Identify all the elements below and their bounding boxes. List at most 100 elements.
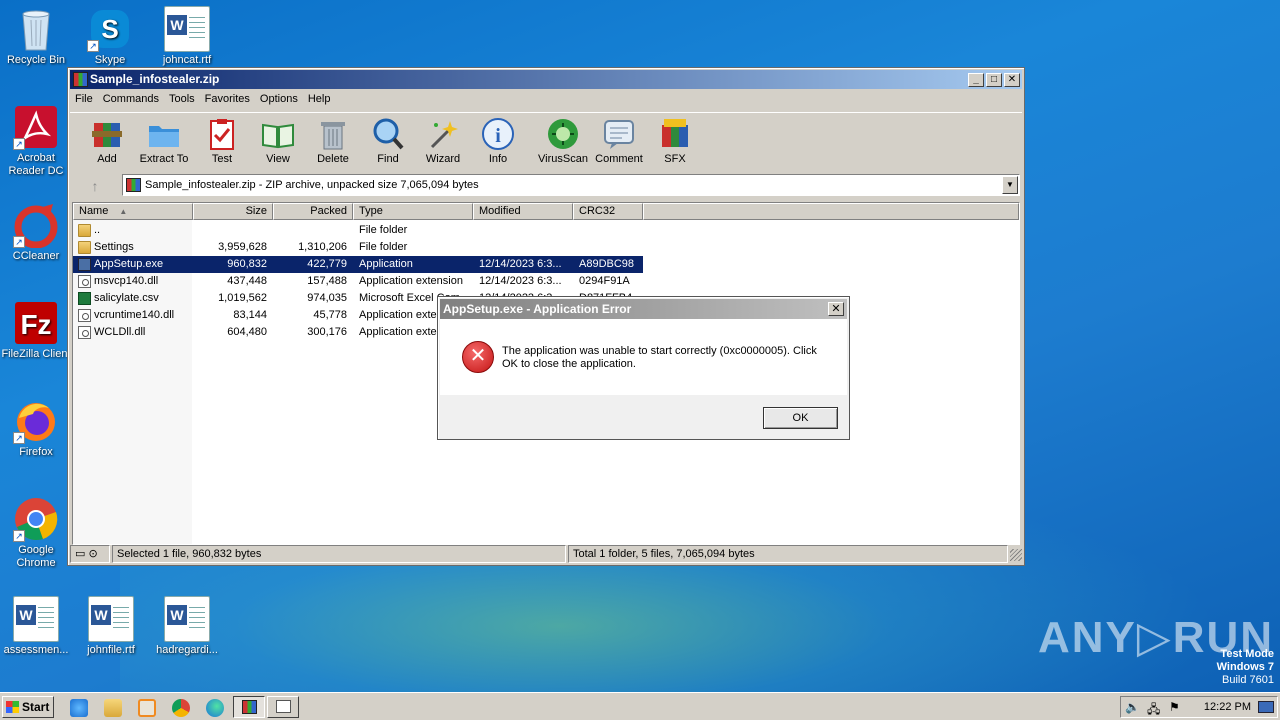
media-player-icon[interactable] — [138, 699, 156, 717]
action-center-flag-icon[interactable]: ⚑ — [1169, 700, 1180, 714]
desktop-icon-johncat[interactable]: johncat.rtf — [152, 6, 222, 67]
column-header-size[interactable]: Size — [193, 203, 273, 220]
shortcut-arrow-icon: ↗ — [13, 530, 25, 542]
toolbar-virusscan-button[interactable]: VirusScan — [534, 117, 592, 165]
wand-icon — [426, 117, 460, 151]
cell-name: Settings — [94, 241, 134, 253]
cell-size: 604,480 — [227, 326, 267, 338]
toolbar-extract-button[interactable]: Extract To — [135, 117, 193, 165]
desktop-icon-ccleaner[interactable]: ↗ CCleaner — [1, 202, 71, 263]
column-header-label: Type — [359, 205, 383, 217]
toolbar-find-button[interactable]: Find — [359, 117, 417, 165]
cell-type: Application — [359, 258, 413, 270]
column-header-modified[interactable]: Modified — [473, 203, 573, 220]
network-icon[interactable]: 🖧 — [1147, 700, 1160, 720]
explorer-folder-icon[interactable] — [104, 699, 122, 717]
desktop-icon-johnfile[interactable]: johnfile.rtf — [76, 596, 146, 657]
filezilla-icon: Fz — [13, 300, 59, 346]
cell-crc: 0294F91A — [579, 275, 630, 287]
toolbar-info-button[interactable]: i Info — [469, 117, 527, 165]
menu-tools[interactable]: Tools — [164, 90, 200, 109]
desktop-icon-filezilla[interactable]: Fz FileZilla Client — [1, 300, 71, 361]
comment-icon — [602, 117, 636, 151]
cell-packed: 1,310,206 — [298, 241, 347, 253]
resize-grip-icon[interactable] — [1010, 549, 1022, 561]
cell-packed: 422,779 — [307, 258, 347, 270]
toolbar-wizard-button[interactable]: Wizard — [414, 117, 472, 165]
menu-file[interactable]: File — [70, 90, 98, 109]
menu-options[interactable]: Options — [255, 90, 303, 109]
file-row[interactable]: .. File folder — [73, 222, 643, 239]
column-header-crc32[interactable]: CRC32 — [573, 203, 643, 220]
file-row[interactable]: msvcp140.dll 437,448 157,488 Application ex… — [73, 273, 643, 290]
svg-text:Fz: Fz — [20, 309, 51, 340]
start-button[interactable]: Start — [2, 696, 54, 718]
watermark-line: Test Mode — [1220, 648, 1274, 660]
toolbar-label: SFX — [664, 153, 686, 165]
desktop-icon-recycle-bin[interactable]: Recycle Bin — [1, 6, 71, 67]
status-bar: ▭ ⊙ Selected 1 file, 960,832 bytes Total… — [70, 545, 1022, 563]
volume-icon[interactable]: 🔈 — [1125, 700, 1140, 714]
exe-icon — [78, 258, 91, 271]
chevron-down-icon[interactable]: ▼ — [1002, 176, 1018, 194]
taskbar-winrar-button[interactable] — [233, 696, 265, 718]
info-icon: i — [481, 117, 515, 151]
taskbar: Start 🔈 🖧 ⚑ 12:22 PM — [0, 692, 1280, 720]
internet-explorer-icon[interactable] — [70, 699, 88, 717]
ok-button[interactable]: OK — [763, 407, 838, 429]
desktop-icon-acrobat[interactable]: ↗ Acrobat Reader DC — [1, 104, 71, 178]
toolbar-sfx-button[interactable]: SFX — [646, 117, 704, 165]
toolbar-label: Test — [211, 153, 233, 165]
toolbar-view-button[interactable]: View — [249, 117, 307, 165]
dialog-titlebar[interactable]: AppSetup.exe - Application Error ✕ — [440, 299, 847, 319]
file-row[interactable]: Settings 3,959,628 1,310,206 File folder — [73, 239, 643, 256]
file-row[interactable]: AppSetup.exe 960,832 422,779 Application 12/… — [73, 256, 643, 273]
svg-text:i: i — [495, 125, 501, 147]
word-document-icon — [13, 596, 59, 642]
cell-name: vcruntime140.dll — [94, 309, 175, 321]
minimize-button[interactable]: _ — [968, 73, 984, 87]
toolbar-label: Delete — [317, 153, 349, 165]
maximize-button[interactable]: □ — [986, 73, 1002, 87]
toolbar-delete-button[interactable]: Delete — [304, 117, 362, 165]
toolbar-label: Add — [97, 153, 117, 165]
toolbar-comment-button[interactable]: Comment — [590, 117, 648, 165]
menu-help[interactable]: Help — [303, 90, 336, 109]
sfx-icon — [658, 117, 692, 151]
column-header-name[interactable]: Name ▲ — [73, 203, 193, 220]
cell-packed: 157,488 — [307, 275, 347, 287]
close-button[interactable]: ✕ — [1004, 73, 1020, 87]
desktop-icon-assessment[interactable]: assessmen... — [1, 596, 71, 657]
chrome-taskbar-icon[interactable] — [172, 699, 190, 717]
dialog-close-button[interactable]: ✕ — [828, 302, 844, 316]
drive-icon[interactable]: ▭ ⊙ — [70, 545, 110, 563]
column-header-type[interactable]: Type — [353, 203, 473, 220]
menu-commands[interactable]: Commands — [98, 90, 164, 109]
taskbar-error-dialog-button[interactable] — [267, 696, 299, 718]
desktop-icon-label: hadregardi... — [156, 644, 218, 656]
column-header-packed[interactable]: Packed — [273, 203, 353, 220]
column-header-label: Modified — [479, 205, 521, 217]
folder-icon — [78, 224, 91, 237]
toolbar-add-button[interactable]: Add — [78, 117, 136, 165]
edge-icon[interactable] — [206, 699, 224, 717]
window-titlebar[interactable]: Sample_infostealer.zip _ □ ✕ — [70, 70, 1022, 89]
add-icon — [90, 117, 124, 151]
show-desktop-icon[interactable] — [1258, 701, 1274, 713]
desktop-icon-label: Skype — [94, 54, 126, 66]
desktop-icon-skype[interactable]: S ↗ Skype — [75, 6, 145, 67]
archive-path-field[interactable]: Sample_infostealer.zip - ZIP archive, un… — [122, 174, 1020, 196]
menu-bar: File Commands Tools Favorites Options Help — [70, 90, 1022, 109]
desktop-icon-hadregardi[interactable]: hadregardi... — [152, 596, 222, 657]
cell-crc: A89DBC98 — [579, 258, 635, 270]
up-arrow-icon[interactable]: ↑ — [78, 176, 112, 196]
desktop-icon-firefox[interactable]: ↗ Firefox — [1, 398, 71, 459]
desktop-icon-chrome[interactable]: ↗ Google Chrome — [1, 496, 71, 570]
menu-favorites[interactable]: Favorites — [200, 90, 255, 109]
recycle-bin-icon — [13, 6, 59, 52]
cell-name: msvcp140.dll — [94, 275, 159, 287]
toolbar-test-button[interactable]: Test — [193, 117, 251, 165]
desktop-icon-label: johnfile.rtf — [87, 644, 135, 656]
folder-icon — [147, 117, 181, 151]
clock[interactable]: 12:22 PM — [1204, 697, 1251, 717]
